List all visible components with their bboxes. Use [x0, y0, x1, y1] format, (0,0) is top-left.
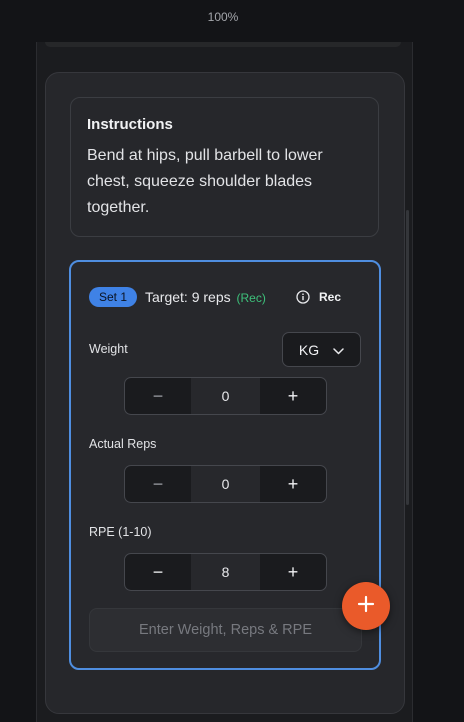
rpe-label: RPE (1-10) [89, 525, 152, 539]
rpe-increment-button[interactable]: + [260, 554, 326, 590]
reps-input[interactable]: 0 [191, 466, 260, 502]
instructions-text: Bend at hips, pull barbell to lower ches… [87, 147, 323, 216]
minus-icon: − [152, 561, 164, 582]
plus-icon [357, 595, 375, 618]
plus-icon: + [287, 473, 299, 494]
rec-button[interactable]: Rec [296, 288, 341, 306]
scrollbar[interactable] [406, 210, 409, 505]
submit-set-button[interactable]: Enter Weight, Reps & RPE [89, 608, 362, 652]
plus-icon: + [287, 385, 299, 406]
chevron-down-icon [333, 342, 344, 358]
instructions-panel: Instructions Bend at hips, pull barbell … [70, 97, 379, 237]
weight-increment-button[interactable]: + [260, 378, 326, 414]
reps-label: Actual Reps [89, 437, 157, 451]
reps-stepper: − 0 + [124, 465, 327, 503]
reps-increment-button[interactable]: + [260, 466, 326, 502]
target-text: Target: 9 reps [145, 289, 231, 305]
unit-select[interactable]: KG [282, 332, 361, 367]
zoom-level: 100% [207, 10, 239, 24]
weight-decrement-button[interactable]: − [125, 378, 191, 414]
rec-tag: (Rec) [236, 291, 266, 305]
minus-icon: − [152, 473, 164, 494]
add-button[interactable] [342, 582, 390, 630]
info-icon [296, 290, 310, 304]
previous-card-edge [45, 42, 401, 47]
rpe-decrement-button[interactable]: − [125, 554, 191, 590]
weight-stepper: − 0 + [124, 377, 327, 415]
reps-decrement-button[interactable]: − [125, 466, 191, 502]
weight-label: Weight [89, 342, 128, 356]
instructions-title: Instructions [87, 116, 173, 133]
plus-icon: + [287, 561, 299, 582]
unit-value: KG [298, 341, 320, 358]
rpe-stepper: − 8 + [124, 553, 327, 591]
target-reps: Target: 9 reps (Rec) [145, 289, 266, 305]
weight-input[interactable]: 0 [191, 378, 260, 414]
set-badge: Set 1 [89, 287, 138, 307]
minus-icon: − [152, 385, 164, 406]
rec-button-label: Rec [319, 290, 342, 304]
rpe-input[interactable]: 8 [191, 554, 260, 590]
